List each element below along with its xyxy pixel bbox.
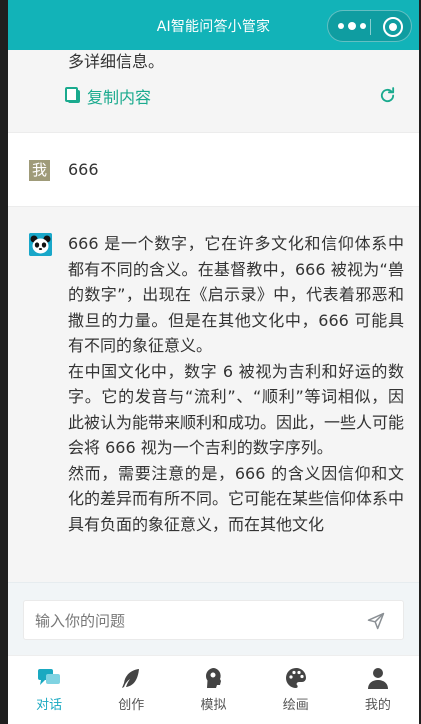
ai-answer-paragraph: 然而，需要注意的是，666 的含义因信仰和文化的差异而有所不同。它可能在某些信仰… [68,463,405,534]
copy-content-button[interactable]: 复制内容 [65,85,152,107]
more-options-icon[interactable] [338,19,366,33]
question-input[interactable] [35,610,355,632]
app-header: AI智能问答小管家 [8,0,419,50]
mini-program-capsule [327,10,412,42]
ai-answer-paragraph: 在中国文化中，数字 6 被视为吉利和好运的数字。它的发音与“流利”、“顺利”等词… [68,361,405,458]
user-message: 我 666 [8,132,419,207]
input-bar [8,582,419,655]
palette-icon [285,668,306,688]
tab-label: 对话 [36,698,63,713]
chat-icon [38,669,61,685]
tab-label: 我的 [364,698,391,713]
tab-create[interactable]: 创作 [90,656,172,724]
close-target-icon[interactable] [383,17,403,37]
tab-label: 创作 [118,698,145,713]
head-icon [205,668,221,688]
tab-chat[interactable]: 对话 [8,656,90,724]
tab-mine[interactable]: 我的 [337,656,419,724]
tab-simulate[interactable]: 模拟 [172,656,254,724]
send-icon[interactable] [366,611,386,631]
ai-message: 666 是一个数字，它在许多文化和信仰体系中都有不同的含义。在基督教中，666 … [8,207,419,582]
previous-ai-message: 多详细信息。 复制内容 [8,50,419,132]
question-input-box[interactable] [23,600,404,640]
copy-label: 复制内容 [87,88,152,107]
phone-screen: AI智能问答小管家 多详细信息。 复制内容 我 666 666 是一个数字，它在… [8,0,419,724]
previous-answer-text: 多详细信息。 [68,52,165,71]
panda-avatar-icon [29,233,52,256]
copy-icon [65,86,80,103]
chat-area[interactable]: 多详细信息。 复制内容 我 666 666 是一个数字，它在许多文化和信仰体系中… [8,50,419,582]
tab-label: 绘画 [282,698,309,713]
capsule-divider [370,19,371,35]
refresh-icon[interactable] [379,87,396,104]
bottom-tab-bar: 对话 创作 模拟 绘画 我的 [8,655,419,724]
ai-answer-paragraph: 666 是一个数字，它在许多文化和信仰体系中都有不同的含义。在基督教中，666 … [68,234,404,355]
user-message-text: 666 [68,160,99,179]
user-avatar: 我 [29,160,50,181]
tab-label: 模拟 [200,698,227,713]
feather-icon [122,669,140,688]
user-icon [367,668,388,689]
ai-answer-text: 666 是一个数字，它在许多文化和信仰体系中都有不同的含义。在基督教中，666 … [68,231,404,537]
tab-paint[interactable]: 绘画 [255,656,337,724]
